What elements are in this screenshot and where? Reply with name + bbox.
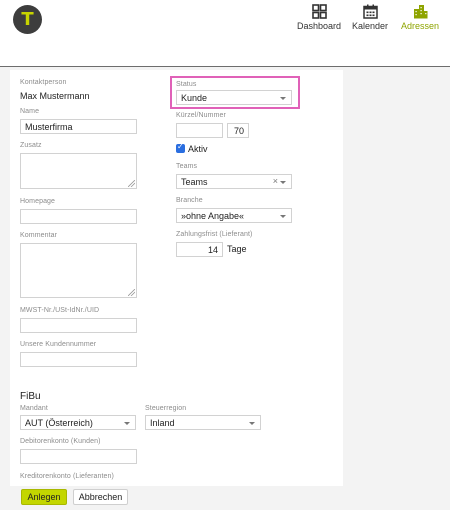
chevron-down-icon [280,215,286,218]
nav-kalender[interactable]: Kalender [351,4,389,31]
steuerregion-select[interactable]: Inland [145,415,261,430]
nav-dashboard-label: Dashboard [297,21,342,31]
app-logo[interactable]: T [13,5,42,34]
chevron-down-icon [124,422,130,425]
teams-value: Teams [181,177,208,187]
aktiv-label: Aktiv [188,144,208,154]
zahlungsfrist-label: Zahlungsfrist (Lieferant) [176,231,253,238]
mwst-label: MWST-Nr./USt-IdNr./UID [20,307,100,314]
mandant-select[interactable]: AUT (Österreich) [20,415,136,430]
zahlungsfrist-field[interactable]: 14 [176,242,223,257]
teams-label: Teams [176,163,198,170]
mandant-label: Mandant [20,405,48,412]
branche-value: »ohne Angabe« [181,211,245,221]
debitorenkonto-field[interactable] [20,449,137,464]
kontaktperson-value: Max Mustermann [20,91,90,101]
abbrechen-button[interactable]: Abbrechen [73,489,128,505]
resize-handle-icon[interactable] [128,180,135,187]
mwst-field[interactable] [20,318,137,333]
kontaktperson-label: Kontaktperson [20,79,67,86]
nav-adressen[interactable]: Adressen [401,4,439,31]
branche-label: Branche [176,197,203,204]
chevron-down-icon [280,181,286,184]
zusatz-label: Zusatz [20,142,42,149]
zahlungsfrist-unit: Tage [227,244,247,254]
nav-adressen-label: Adressen [401,21,440,31]
calendar-icon [362,4,378,19]
mandant-value: AUT (Österreich) [25,418,93,428]
homepage-field[interactable] [20,209,137,224]
kuerzel-number-field[interactable]: 70 [227,123,249,138]
homepage-label: Homepage [20,198,56,205]
status-highlight-frame [170,76,300,109]
nav-kalender-label: Kalender [351,21,389,31]
zusatz-field[interactable] [20,153,137,189]
dashboard-icon [311,4,327,19]
top-bar: T Dashboard Kalender Adressen [0,0,450,67]
checkmark-icon: ✓ [177,142,184,151]
kommentar-label: Kommentar [20,232,58,239]
nav-dashboard[interactable]: Dashboard [297,4,341,31]
name-label: Name [20,108,40,115]
logo-letter: T [21,9,34,30]
name-field[interactable]: Musterfirma [20,119,137,134]
clear-icon[interactable]: × [273,176,278,186]
resize-handle-icon[interactable] [128,289,135,296]
action-bar [0,486,450,510]
kuerzel-label: Kürzel/Nummer [176,112,226,119]
anlegen-button[interactable]: Anlegen [21,489,67,505]
chevron-down-icon [249,422,255,425]
kundennummer-field[interactable] [20,352,137,367]
aktiv-checkbox[interactable]: ✓ [176,142,185,153]
debitorenkonto-label: Debitorenkonto (Kunden) [20,438,101,445]
branche-select[interactable]: »ohne Angabe« [176,208,292,223]
fibu-section-title: FiBu [20,391,41,402]
buildings-icon [413,5,427,19]
steuerregion-value: Inland [150,418,175,428]
kuerzel-field[interactable] [176,123,223,138]
teams-select[interactable]: Teams × [176,174,292,189]
kommentar-field[interactable] [20,243,137,298]
kreditorenkonto-label: Kreditorenkonto (Lieferanten) [20,473,114,480]
steuerregion-label: Steuerregion [145,405,187,412]
address-form-panel: Kontaktperson Max Mustermann Name Muster… [10,70,343,486]
kundennummer-label: Unsere Kundennummer [20,341,97,348]
